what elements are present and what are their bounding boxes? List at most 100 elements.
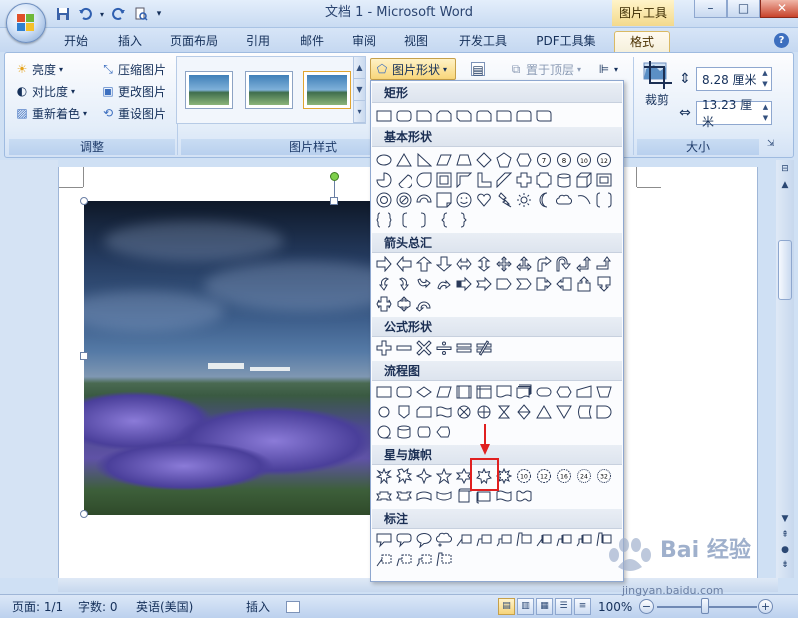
- curved-up-ribbon-shape[interactable]: [415, 487, 433, 505]
- cube-shape[interactable]: [575, 171, 593, 189]
- scroll-up-icon[interactable]: ▲: [778, 178, 792, 192]
- line-callout-1-no-border-shape[interactable]: [375, 551, 393, 569]
- parallelogram-shape[interactable]: [435, 151, 453, 169]
- pentagon-shape[interactable]: [495, 151, 513, 169]
- line-callout-3-accent-bar-shape[interactable]: [575, 531, 593, 549]
- picture-style-thumbnail[interactable]: [303, 71, 351, 109]
- align-button[interactable]: ⊫ ▾: [597, 59, 618, 79]
- 16-point-star-shape[interactable]: 16: [555, 467, 573, 485]
- right-arrow-callout-shape[interactable]: [535, 275, 553, 293]
- flowchart-decision-shape[interactable]: [415, 383, 433, 401]
- minus-shape[interactable]: [395, 339, 413, 357]
- picture-style-thumbnail[interactable]: [245, 71, 293, 109]
- customize-qat-icon[interactable]: ▾: [154, 6, 164, 23]
- decagon-shape[interactable]: 10: [575, 151, 593, 169]
- height-spinner[interactable]: ▲ ▼: [759, 68, 771, 90]
- up-down-arrow-shape[interactable]: [475, 255, 493, 273]
- oval-callout-shape[interactable]: [415, 531, 433, 549]
- plaque-shape[interactable]: [535, 171, 553, 189]
- dodecagon-shape[interactable]: 12: [595, 151, 613, 169]
- office-button[interactable]: [6, 3, 46, 43]
- curved-down-arrow-shape[interactable]: [435, 275, 453, 293]
- teardrop-shape[interactable]: [415, 171, 433, 189]
- flowchart-connector-shape[interactable]: [375, 403, 393, 421]
- flowchart-extract-shape[interactable]: [535, 403, 553, 421]
- octagon-shape[interactable]: 8: [555, 151, 573, 169]
- left-right-up-arrow-shape[interactable]: [515, 255, 533, 273]
- triangle-shape[interactable]: [395, 151, 413, 169]
- quad-arrow-shape[interactable]: [495, 255, 513, 273]
- folded-corner-shape[interactable]: [435, 191, 453, 209]
- curved-up-arrow-shape[interactable]: [415, 275, 433, 293]
- lightning-bolt-shape[interactable]: [495, 191, 513, 209]
- full-screen-reading-icon[interactable]: ▥: [517, 598, 534, 615]
- language-indicator[interactable]: 英语(美国): [136, 599, 193, 615]
- double-bracket-shape[interactable]: [595, 191, 613, 209]
- picture-style-thumbnail[interactable]: [185, 71, 233, 109]
- flowchart-stored-data-shape[interactable]: [575, 403, 593, 421]
- tab-format[interactable]: 格式: [614, 31, 670, 52]
- heptagon-shape[interactable]: 7: [535, 151, 553, 169]
- tab-page-layout[interactable]: 页面布局: [164, 31, 224, 52]
- size-dialog-launcher-icon[interactable]: ⇲: [767, 139, 777, 149]
- block-arc-shape[interactable]: [415, 191, 433, 209]
- compress-pictures-button[interactable]: ⤡ 压缩图片: [101, 59, 166, 79]
- contrast-button[interactable]: ◐ 对比度 ▾: [15, 81, 75, 101]
- resize-handle[interactable]: [330, 197, 338, 205]
- right-brace-shape[interactable]: [455, 211, 473, 229]
- flowchart-card-shape[interactable]: [415, 403, 433, 421]
- tab-pdf-tools[interactable]: PDF工具集: [530, 31, 602, 52]
- bevel-shape[interactable]: [595, 171, 613, 189]
- flowchart-process-shape[interactable]: [375, 383, 393, 401]
- snip-same-side-rectangle-shape[interactable]: [435, 107, 453, 125]
- 10-point-star-shape[interactable]: 10: [515, 467, 533, 485]
- recolor-button[interactable]: ▨ 重新着色 ▾: [15, 103, 87, 123]
- pie-shape[interactable]: [375, 171, 393, 189]
- round-diagonal-rectangle-shape[interactable]: [535, 107, 553, 125]
- undo-dropdown-icon[interactable]: ▾: [98, 6, 106, 23]
- flowchart-summing-junction-shape[interactable]: [455, 403, 473, 421]
- line-callout-4-shape[interactable]: [515, 531, 533, 549]
- width-field[interactable]: 13.23 厘米 ▲ ▼: [696, 98, 772, 129]
- resize-handle[interactable]: [80, 510, 88, 518]
- height-field[interactable]: 8.28 厘米 ▲ ▼: [696, 67, 772, 91]
- print-preview-icon[interactable]: [132, 6, 150, 23]
- draft-view-icon[interactable]: ≡: [574, 598, 591, 615]
- moon-shape[interactable]: [535, 191, 553, 209]
- left-up-arrow-shape[interactable]: [575, 255, 593, 273]
- 4-point-star-shape[interactable]: [415, 467, 433, 485]
- tab-home[interactable]: 开始: [56, 31, 96, 52]
- picture-shape-button[interactable]: ⬠ 图片形状 ▾: [370, 58, 456, 80]
- snip-diagonal-rectangle-shape[interactable]: [455, 107, 473, 125]
- resize-handle[interactable]: [80, 352, 88, 360]
- zoom-in-icon[interactable]: +: [758, 599, 773, 614]
- l-shape[interactable]: [475, 171, 493, 189]
- down-ribbon-shape[interactable]: [395, 487, 413, 505]
- left-right-arrow-callout-shape[interactable]: [375, 295, 393, 313]
- flowchart-multidocument-shape[interactable]: [515, 383, 533, 401]
- 12-point-star-shape[interactable]: 12: [535, 467, 553, 485]
- gallery-more-icon[interactable]: ▾: [354, 101, 365, 123]
- flowchart-delay-shape[interactable]: [595, 403, 613, 421]
- circular-arrow-shape[interactable]: [415, 295, 433, 313]
- tab-view[interactable]: 视图: [396, 31, 436, 52]
- diamond-shape[interactable]: [475, 151, 493, 169]
- flowchart-magnetic-disk-shape[interactable]: [395, 423, 413, 441]
- chord-shape[interactable]: [395, 171, 413, 189]
- left-arrow-callout-shape[interactable]: [555, 275, 573, 293]
- help-icon[interactable]: ?: [774, 33, 789, 48]
- cloud-shape[interactable]: [555, 191, 573, 209]
- half-frame-shape[interactable]: [455, 171, 473, 189]
- flowchart-offpage-connector-shape[interactable]: [395, 403, 413, 421]
- width-spinner[interactable]: ▲ ▼: [760, 102, 771, 124]
- cloud-callout-shape[interactable]: [435, 531, 453, 549]
- flowchart-document-shape[interactable]: [495, 383, 513, 401]
- zoom-slider-thumb[interactable]: [701, 598, 709, 614]
- no-symbol-shape[interactable]: [395, 191, 413, 209]
- curved-left-arrow-shape[interactable]: [395, 275, 413, 293]
- down-arrow-shape[interactable]: [435, 255, 453, 273]
- maximize-button[interactable]: □: [727, 0, 760, 18]
- brightness-button[interactable]: ☀ 亮度 ▾: [15, 59, 63, 79]
- bent-arrow-shape[interactable]: [535, 255, 553, 273]
- heart-shape[interactable]: [475, 191, 493, 209]
